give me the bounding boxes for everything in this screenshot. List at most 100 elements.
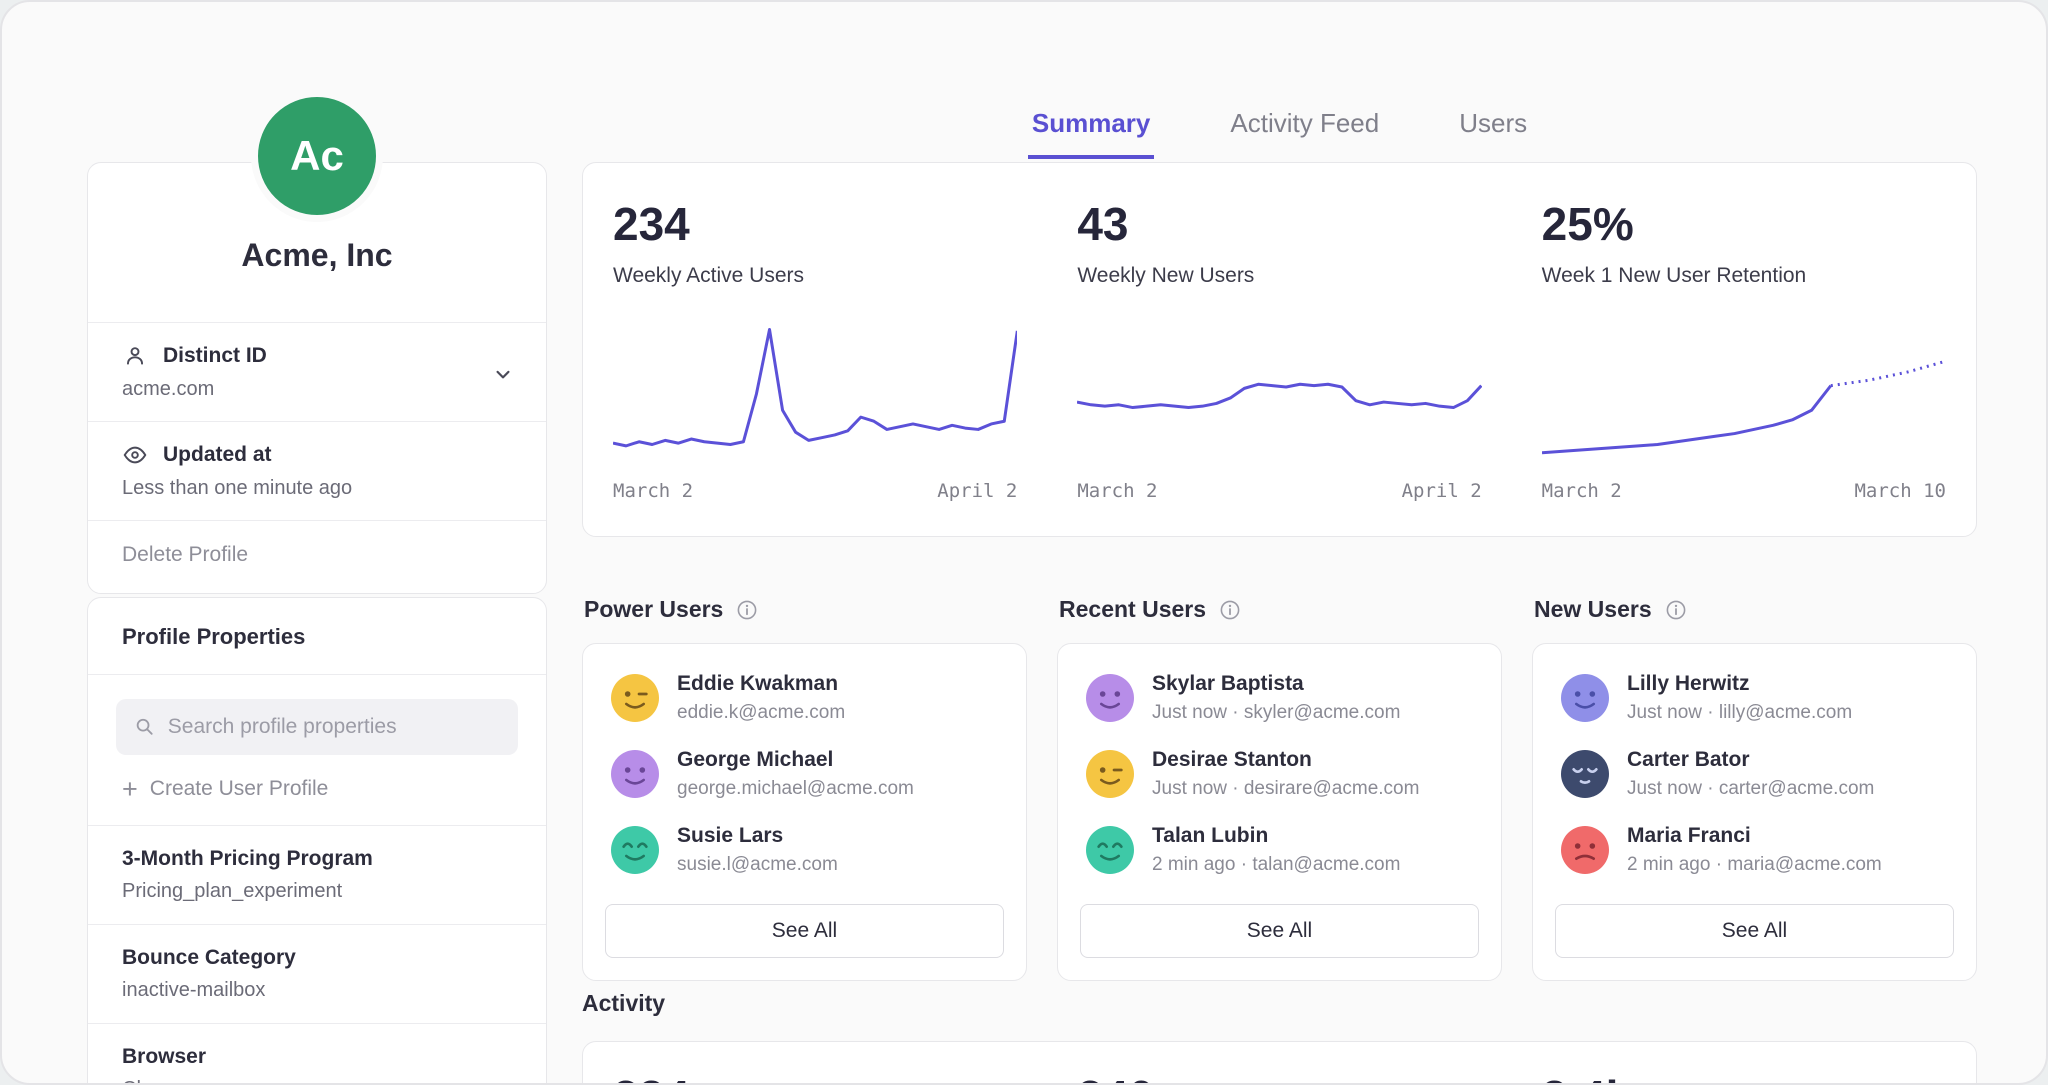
user-avatar — [1086, 674, 1134, 722]
divider — [88, 674, 546, 675]
property-item[interactable]: Browser Chrome — [88, 1024, 546, 1085]
recent-users-section: Recent Users Skylar Baptista Just now · … — [1057, 596, 1502, 981]
stat-label: Week 1 New User Retention — [1542, 264, 1946, 288]
user-name[interactable]: Desirae Stanton — [1152, 748, 1419, 772]
field-label: Updated at — [163, 443, 272, 467]
line-chart-weekly-new-users — [1077, 318, 1481, 466]
search-icon — [134, 715, 156, 739]
property-label: Browser — [122, 1045, 512, 1069]
user-meta: susie.l@acme.com — [677, 854, 838, 876]
property-item[interactable]: Bounce Category inactive-mailbox — [88, 925, 546, 1023]
list-title: Recent Users — [1059, 596, 1206, 623]
info-icon[interactable] — [1665, 599, 1687, 621]
field-value: acme.com — [122, 378, 512, 401]
user-avatar — [1561, 674, 1609, 722]
chart-axis: March 2 April 2 — [613, 480, 1017, 502]
tab-summary[interactable]: Summary — [1028, 108, 1155, 159]
search-input[interactable] — [168, 715, 500, 739]
user-name[interactable]: George Michael — [677, 748, 914, 772]
user-meta: Just now · skyler@acme.com — [1152, 702, 1400, 724]
person-icon — [122, 343, 148, 369]
updated-at-row: Updated at Less than one minute ago — [88, 422, 546, 520]
chart-axis: March 2 March 10 — [1542, 480, 1946, 502]
list-title: Power Users — [584, 596, 723, 623]
eye-icon — [122, 442, 148, 468]
stat-weekly-active-users: 234 Weekly Active Users March 2 April 2 — [583, 163, 1047, 536]
stat-week1-retention: 25% Week 1 New User Retention March 2 Ma… — [1512, 163, 1976, 536]
list-item[interactable]: Maria Franci 2 min ago · maria@acme.com — [1555, 812, 1954, 888]
user-lists: Power Users Eddie Kwakman eddie.k@acme.c… — [582, 596, 1977, 981]
axis-label-left: March 2 — [1077, 480, 1157, 502]
stat-label: Weekly New Users — [1077, 264, 1481, 288]
property-label: 3-Month Pricing Program — [122, 847, 512, 871]
list-item[interactable]: Skylar Baptista Just now · skyler@acme.c… — [1080, 660, 1479, 736]
list-item[interactable]: Carter Bator Just now · carter@acme.com — [1555, 736, 1954, 812]
list-item[interactable]: Lilly Herwitz Just now · lilly@acme.com — [1555, 660, 1954, 736]
user-name[interactable]: Talan Lubin — [1152, 824, 1400, 848]
new-users-section: New Users Lilly Herwitz Just now · lilly… — [1532, 596, 1977, 981]
power-users-card: Eddie Kwakman eddie.k@acme.com George Mi… — [582, 643, 1027, 981]
company-avatar: Ac — [251, 90, 383, 222]
stat-value: 234 — [613, 197, 1017, 251]
list-item[interactable]: Susie Lars susie.l@acme.com — [605, 812, 1004, 888]
tab-activity-feed[interactable]: Activity Feed — [1226, 108, 1383, 159]
info-icon[interactable] — [736, 599, 758, 621]
activity-stat: 3.4k — [1512, 1070, 1976, 1085]
company-profile-card: Acme, Inc Distinct ID acme.com — [87, 162, 547, 594]
profile-properties-search[interactable] — [116, 699, 518, 755]
distinct-id-row[interactable]: Distinct ID acme.com — [88, 323, 546, 421]
property-value: Pricing_plan_experiment — [122, 880, 512, 903]
new-users-header: New Users — [1534, 596, 1977, 623]
list-item[interactable]: Desirae Stanton Just now · desirare@acme… — [1080, 736, 1479, 812]
property-value: Chrome — [122, 1078, 512, 1085]
user-meta: eddie.k@acme.com — [677, 702, 845, 724]
chart-axis: March 2 April 2 — [1077, 480, 1481, 502]
list-item[interactable]: George Michael george.michael@acme.com — [605, 736, 1004, 812]
see-all-button[interactable]: See All — [1555, 904, 1954, 958]
profile-properties-title: Profile Properties — [88, 598, 546, 674]
tab-bar: Summary Activity Feed Users — [582, 2, 1977, 159]
user-meta: george.michael@acme.com — [677, 778, 914, 800]
power-users-section: Power Users Eddie Kwakman eddie.k@acme.c… — [582, 596, 1027, 981]
property-item[interactable]: 3-Month Pricing Program Pricing_plan_exp… — [88, 826, 546, 924]
user-name[interactable]: Maria Franci — [1627, 824, 1882, 848]
user-avatar — [1561, 826, 1609, 874]
see-all-button[interactable]: See All — [605, 904, 1004, 958]
activity-card: 234 240 3.4k — [582, 1041, 1977, 1085]
profile-properties-card: Profile Properties + Create User Profile… — [87, 597, 547, 1085]
user-meta: Just now · desirare@acme.com — [1152, 778, 1419, 800]
main-content: Summary Activity Feed Users 234 Weekly A… — [582, 2, 1977, 159]
chevron-down-icon[interactable] — [490, 361, 516, 387]
axis-label-left: March 2 — [1542, 480, 1622, 502]
create-user-profile-button[interactable]: + Create User Profile — [122, 777, 512, 801]
axis-label-right: April 2 — [1402, 480, 1482, 502]
user-meta: Just now · carter@acme.com — [1627, 778, 1874, 800]
user-name[interactable]: Susie Lars — [677, 824, 838, 848]
list-item[interactable]: Eddie Kwakman eddie.k@acme.com — [605, 660, 1004, 736]
user-avatar — [611, 674, 659, 722]
user-meta: Just now · lilly@acme.com — [1627, 702, 1852, 724]
user-avatar — [1086, 750, 1134, 798]
new-users-card: Lilly Herwitz Just now · lilly@acme.com … — [1532, 643, 1977, 981]
tab-users[interactable]: Users — [1455, 108, 1531, 159]
activity-stat: 240 — [1047, 1070, 1511, 1085]
see-all-button[interactable]: See All — [1080, 904, 1479, 958]
user-name[interactable]: Carter Bator — [1627, 748, 1874, 772]
info-icon[interactable] — [1219, 599, 1241, 621]
stat-label: Weekly Active Users — [613, 264, 1017, 288]
list-item[interactable]: Talan Lubin 2 min ago · talan@acme.com — [1080, 812, 1479, 888]
activity-section: Activity 234 240 3.4k — [582, 990, 1977, 1085]
delete-profile-button[interactable]: Delete Profile — [88, 521, 546, 593]
user-name[interactable]: Lilly Herwitz — [1627, 672, 1852, 696]
field-value: Less than one minute ago — [122, 477, 512, 500]
app-window: Ac Acme, Inc Distinct ID acme.com — [0, 0, 2048, 1085]
property-value: inactive-mailbox — [122, 979, 512, 1002]
list-title: New Users — [1534, 596, 1652, 623]
user-avatar — [1561, 750, 1609, 798]
axis-label-right: March 10 — [1854, 480, 1946, 502]
stat-weekly-new-users: 43 Weekly New Users March 2 April 2 — [1047, 163, 1511, 536]
create-user-profile-label: Create User Profile — [150, 777, 329, 801]
user-name[interactable]: Skylar Baptista — [1152, 672, 1400, 696]
user-name[interactable]: Eddie Kwakman — [677, 672, 845, 696]
user-avatar — [611, 826, 659, 874]
